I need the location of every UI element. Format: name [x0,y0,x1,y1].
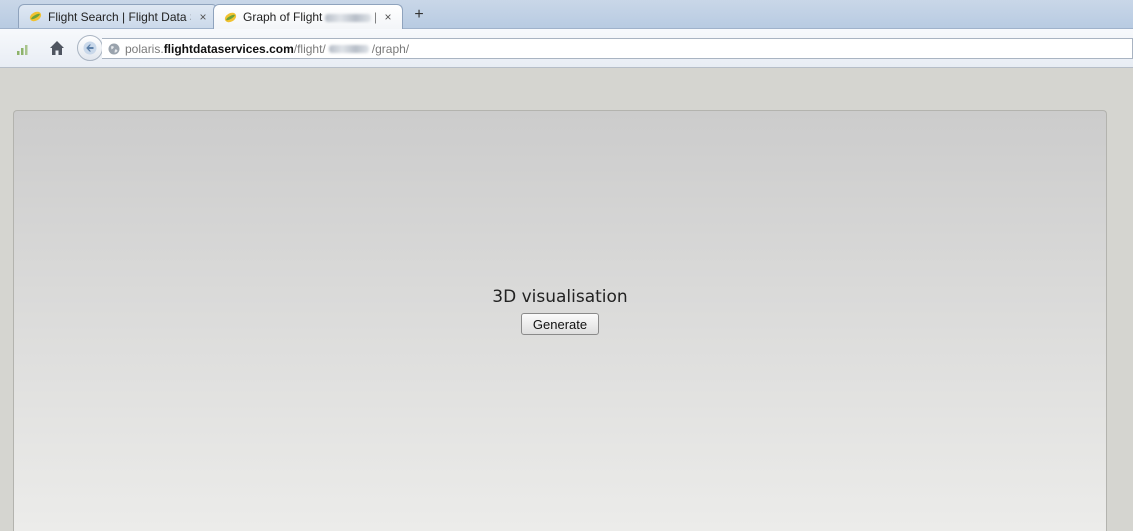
close-icon[interactable]: × [197,10,209,24]
address-bar[interactable]: polaris. flightdataservices.com/flight/ /g… [102,38,1133,59]
globe-icon [108,43,120,54]
url-subdomain: polaris. [125,41,164,56]
signal-icon[interactable] [17,43,29,55]
favicon [29,11,42,22]
generate-button[interactable]: Generate [521,313,599,335]
new-tab-button[interactable]: + [410,6,428,24]
redacted-text [328,44,369,53]
visualisation-title: 3D visualisation [492,287,628,307]
url-domain: flightdataservices.com [163,41,294,56]
url-path-suffix: /graph/ [371,41,410,56]
tab-label: Graph of Flight | ... [243,10,376,24]
url-path-prefix: /flight/ [293,41,326,56]
home-icon[interactable] [49,40,65,56]
browser-window: Flight Search | Flight Data S... × Graph… [0,0,1133,531]
favicon [224,12,237,22]
visualisation-panel: 3D visualisation Generate [13,110,1107,531]
back-arrow-icon [83,41,97,55]
tab-strip: Flight Search | Flight Data S... × Graph… [0,0,1133,29]
tab-label-prefix: Graph of Flight [243,10,323,24]
page-content: 3D visualisation Generate [0,68,1133,531]
close-icon[interactable]: × [382,10,394,24]
tab-graph-of-flight[interactable]: Graph of Flight | ... × [213,4,403,29]
redacted-text [325,13,372,22]
tab-label: Flight Search | Flight Data S... [48,9,191,24]
back-button[interactable] [77,35,103,61]
tab-label-suffix: | ... [374,10,376,24]
navigation-bar: polaris. flightdataservices.com/flight/ /g… [0,29,1133,68]
tab-flight-search[interactable]: Flight Search | Flight Data S... × [18,4,218,28]
